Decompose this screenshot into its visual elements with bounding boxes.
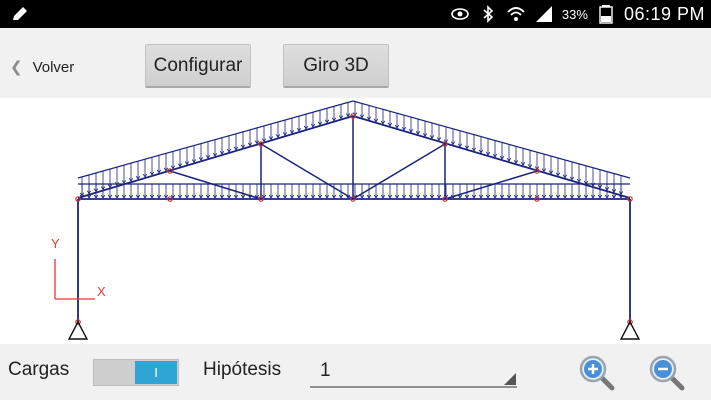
y-axis-label: Y: [51, 236, 60, 251]
dropdown-triangle-icon: [504, 373, 516, 385]
configure-button[interactable]: Configurar: [145, 44, 251, 88]
toolbar: ❮ Volver Configurar Giro 3D: [0, 28, 711, 98]
zoom-in-icon[interactable]: [576, 352, 616, 392]
truss-nodes: [75, 113, 633, 325]
battery-icon: [599, 5, 613, 24]
pencil-icon: [13, 7, 27, 20]
back-label: Volver: [32, 58, 75, 76]
clock: 06:19 PM: [623, 3, 705, 24]
bluetooth-icon: [483, 5, 494, 23]
status-icons: 33% 06:19 PM: [450, 0, 705, 28]
truss-drawing[interactable]: X Y: [0, 98, 711, 344]
battery-percent: 33%: [561, 6, 588, 22]
status-bar: 33% 06:19 PM: [0, 0, 711, 28]
loads-label: Cargas: [8, 359, 70, 380]
rotate-3d-button[interactable]: Giro 3D: [283, 44, 389, 88]
hypothesis-value: 1: [320, 360, 331, 381]
roof-load-line-right: [352, 100, 631, 179]
chord-load-arrows: [79, 184, 624, 199]
x-axis-label: X: [97, 284, 106, 299]
wifi-icon: [507, 7, 525, 21]
eye-icon: [451, 8, 469, 20]
roof-load-line-left: [77, 100, 354, 179]
chevron-left-icon: ❮: [10, 58, 23, 76]
hypothesis-select[interactable]: 1: [310, 356, 517, 388]
zoom-out-icon[interactable]: [646, 352, 686, 392]
back-button[interactable]: ❮ Volver: [10, 58, 74, 76]
loads-toggle[interactable]: I: [93, 359, 179, 386]
structure-canvas[interactable]: X Y: [0, 98, 711, 344]
truss-members: [77, 100, 631, 322]
signal-icon: [535, 6, 552, 22]
loads-toggle-knob: I: [135, 361, 177, 384]
diagonal-member: [260, 143, 354, 200]
hypothesis-label: Hipótesis: [203, 359, 282, 380]
diagonal-member: [169, 170, 262, 200]
top-chord-right: [352, 115, 631, 199]
diagonal-member: [352, 143, 446, 200]
bottom-bar: Cargas I Hipótesis 1: [0, 344, 711, 400]
supports: [67, 320, 641, 340]
